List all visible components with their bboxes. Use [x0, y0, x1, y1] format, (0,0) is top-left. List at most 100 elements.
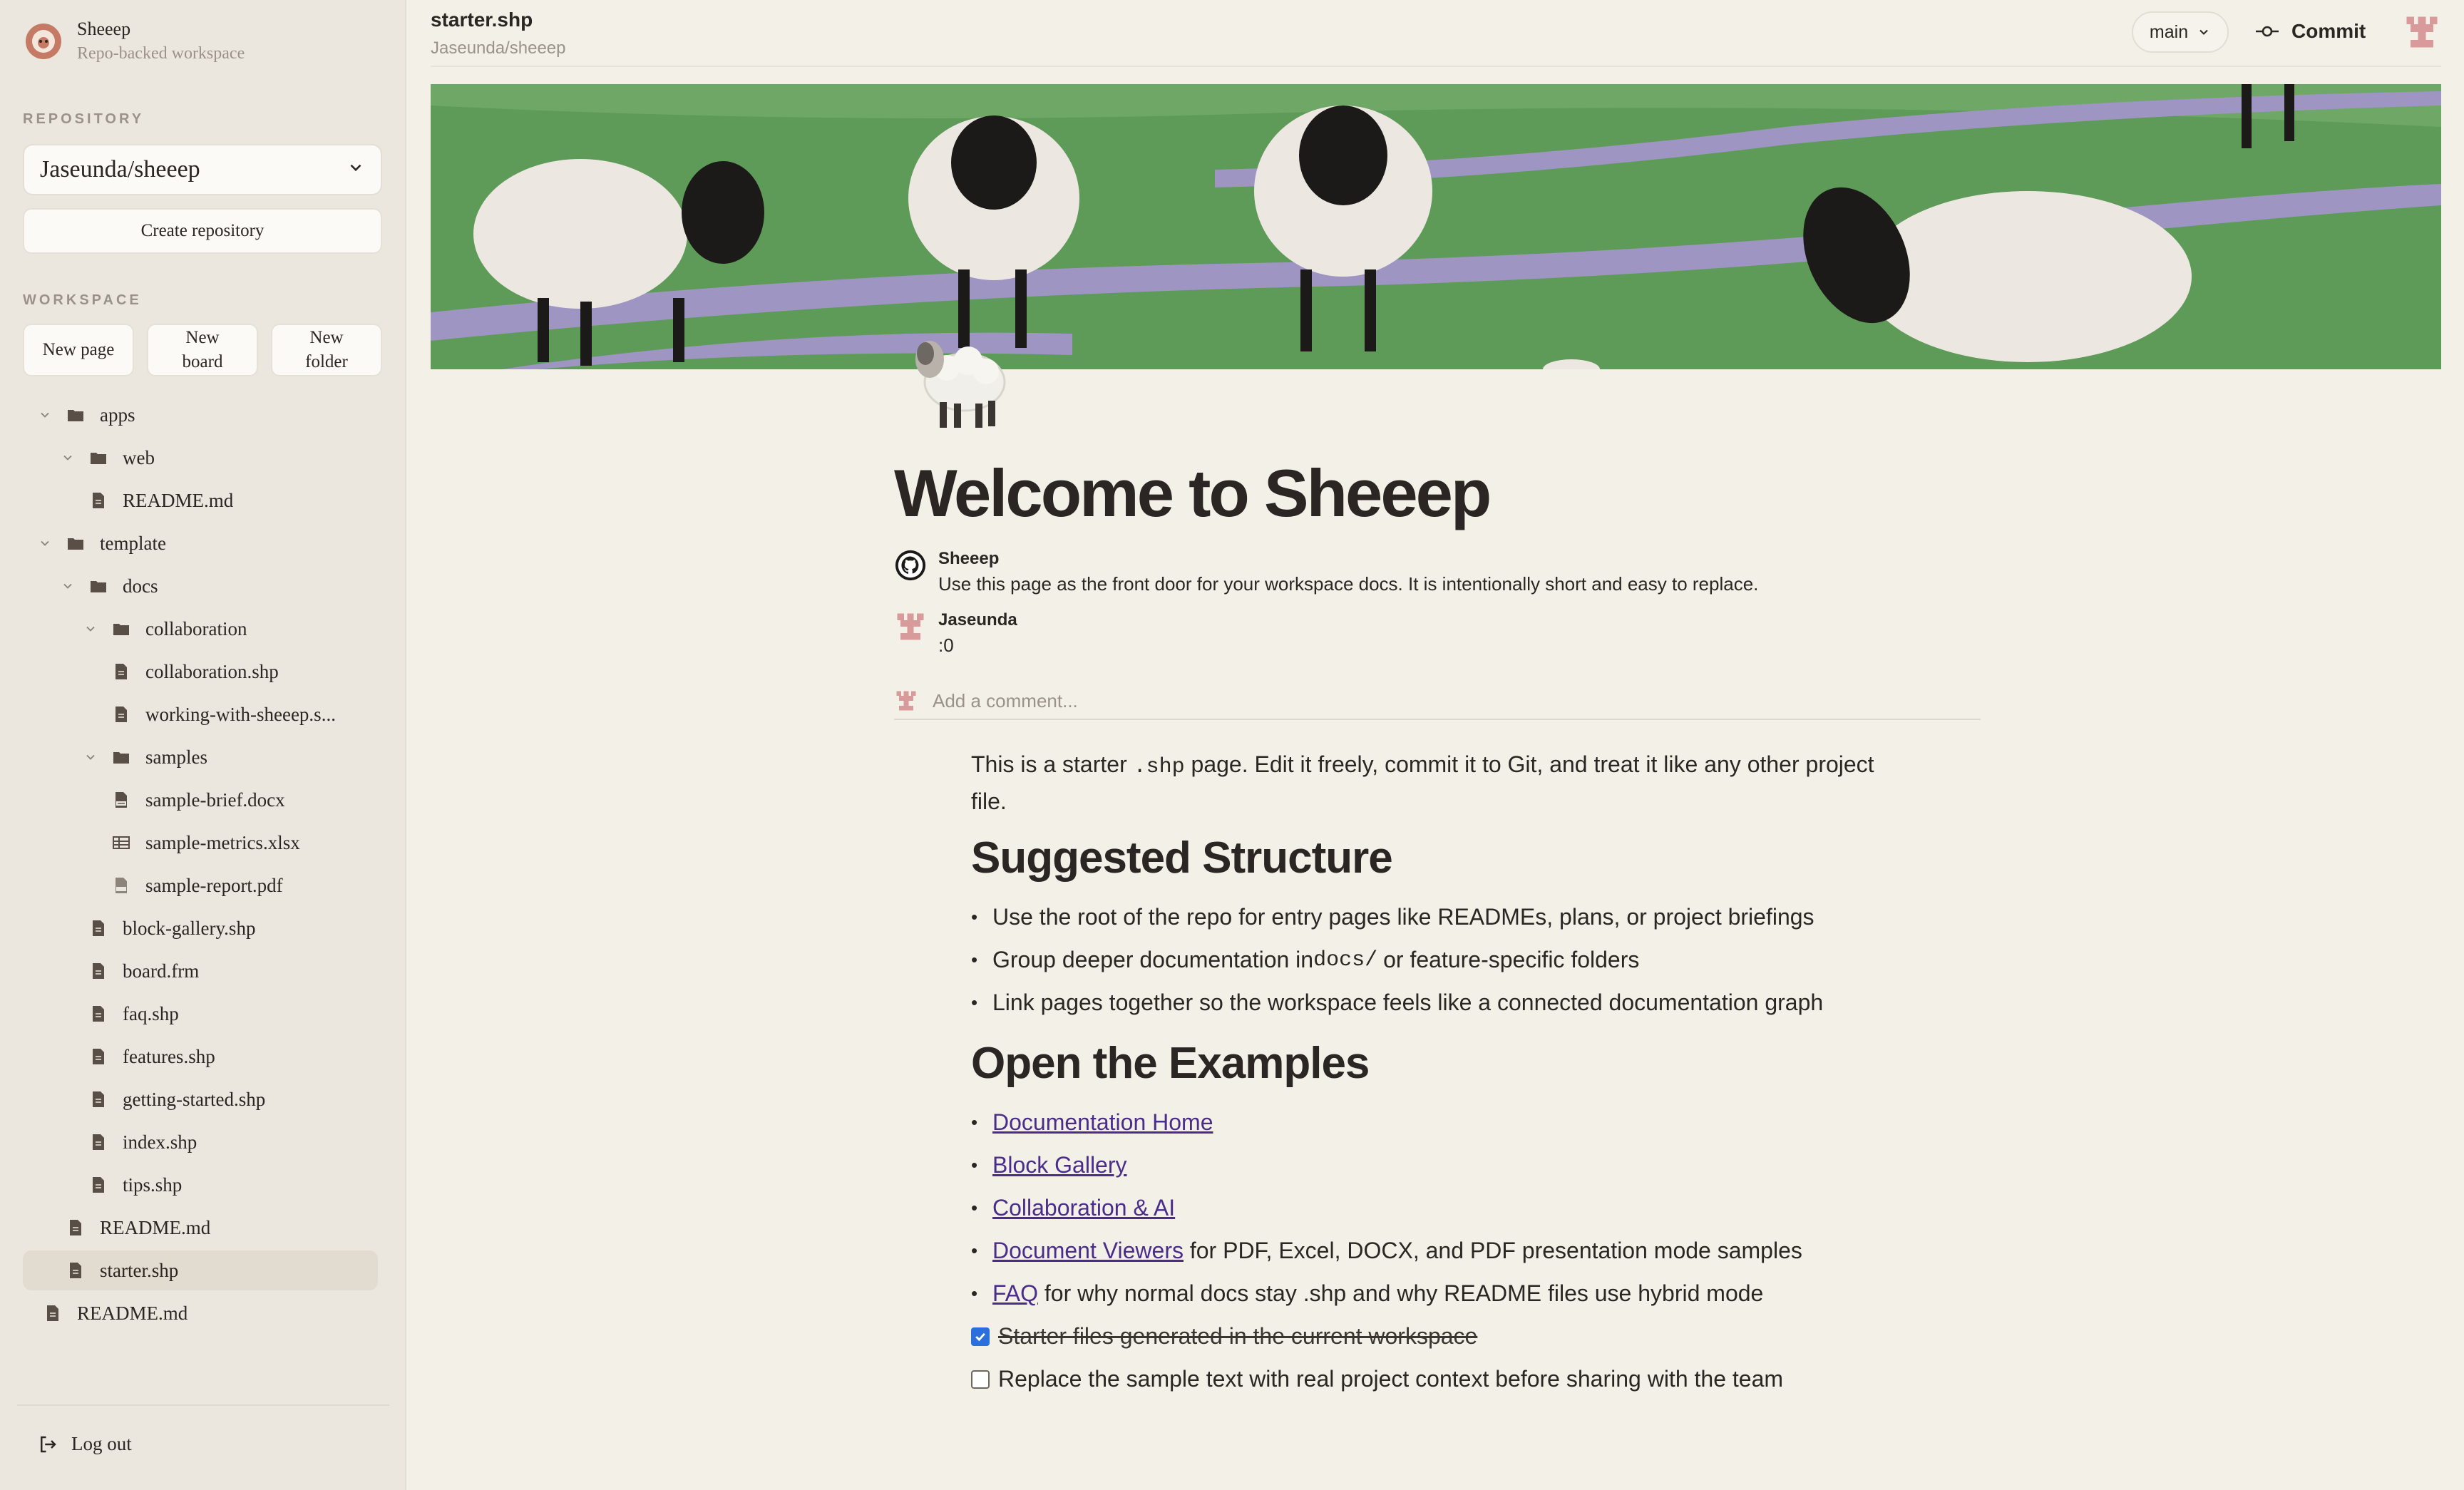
- pdf-file-icon: [113, 877, 130, 894]
- tree-item-label: README.md: [77, 1302, 188, 1324]
- bullet-icon: •: [971, 906, 978, 928]
- list-item[interactable]: • Group deeper documentation in docs/ or…: [971, 947, 1639, 973]
- create-repository-button[interactable]: Create repository: [23, 208, 382, 254]
- chevron-down-icon[interactable]: [83, 749, 98, 765]
- add-comment-input[interactable]: [933, 689, 1931, 712]
- tree-folder[interactable]: web: [23, 438, 378, 478]
- new-board-button[interactable]: New board: [147, 324, 258, 376]
- logout-button[interactable]: Log out: [37, 1433, 132, 1455]
- tree-file[interactable]: sample-brief.docx: [23, 780, 378, 820]
- docx-file-icon: [113, 791, 130, 808]
- tree-item-label: faq.shp: [123, 1002, 179, 1024]
- branch-select[interactable]: main: [2132, 11, 2229, 53]
- brand-name: Sheeep: [77, 19, 131, 39]
- tree-file[interactable]: working-with-sheeep.s...: [23, 694, 378, 734]
- repository-select[interactable]: Jaseunda/sheeep: [23, 144, 382, 195]
- tree-file[interactable]: board.frm: [23, 951, 378, 991]
- folder-icon: [90, 577, 107, 595]
- tree-item-label: apps: [100, 404, 135, 426]
- tree-folder[interactable]: docs: [23, 566, 378, 606]
- tree-file[interactable]: faq.shp: [23, 994, 378, 1034]
- chevron-down-icon[interactable]: [37, 407, 53, 423]
- chevron-down-icon[interactable]: [83, 621, 98, 637]
- link-documentation-home[interactable]: Documentation Home: [992, 1109, 1213, 1136]
- tree-file[interactable]: README.md: [23, 1208, 378, 1248]
- file-title: starter.shp: [431, 9, 533, 31]
- tree-file[interactable]: sample-metrics.xlsx: [23, 823, 378, 863]
- tree-file[interactable]: README.md: [23, 481, 378, 520]
- tree-folder[interactable]: template: [23, 523, 378, 563]
- tree-item-label: working-with-sheeep.s...: [145, 703, 336, 725]
- list-item: • FAQ for why normal docs stay .shp and …: [971, 1280, 1763, 1307]
- chevron-down-icon[interactable]: [37, 535, 53, 551]
- tree-folder[interactable]: collaboration: [23, 609, 378, 649]
- bullet-icon: •: [971, 949, 978, 970]
- folder-icon: [113, 749, 130, 766]
- comment-author: Jaseunda: [938, 610, 1017, 630]
- todo-text[interactable]: Starter files generated in the current w…: [998, 1323, 1477, 1350]
- file-icon: [67, 1219, 84, 1236]
- link-document-viewers[interactable]: Document Viewers: [992, 1238, 1184, 1264]
- chevron-down-icon[interactable]: [60, 450, 76, 466]
- tree-item-label: web: [123, 446, 155, 468]
- repository-select-value: Jaseunda/sheeep: [40, 156, 200, 183]
- tree-file[interactable]: collaboration.shp: [23, 652, 378, 692]
- new-folder-button[interactable]: New folder: [271, 324, 382, 376]
- todo-checkbox[interactable]: [971, 1370, 990, 1389]
- tree-file[interactable]: starter.shp: [23, 1250, 378, 1290]
- sheep-logo-icon: [26, 23, 61, 59]
- folder-icon: [113, 620, 130, 637]
- heading-suggested-structure[interactable]: Suggested Structure: [971, 833, 1393, 883]
- workspace-label: WORKSPACE: [23, 292, 142, 308]
- tree-file[interactable]: tips.shp: [23, 1165, 378, 1205]
- new-page-button[interactable]: New page: [23, 324, 134, 376]
- sheep-page-icon[interactable]: [904, 318, 1011, 432]
- folder-icon: [90, 449, 107, 466]
- intro-paragraph[interactable]: This is a starter .shp page. Edit it fre…: [971, 747, 1898, 818]
- chevron-down-icon: [346, 156, 365, 183]
- main-content: starter.shp Jaseunda/sheeep main Commit: [431, 0, 2441, 1490]
- tree-item-label: sample-report.pdf: [145, 874, 283, 896]
- tree-file[interactable]: sample-report.pdf: [23, 865, 378, 905]
- todo-text[interactable]: Replace the sample text with real projec…: [998, 1366, 1783, 1392]
- chevron-down-icon[interactable]: [60, 578, 76, 594]
- tree-file[interactable]: features.shp: [23, 1037, 378, 1077]
- list-item-text-b: or feature-specific folders: [1383, 947, 1640, 972]
- tree-item-label: getting-started.shp: [123, 1088, 266, 1110]
- tree-folder[interactable]: apps: [23, 395, 378, 435]
- link-collaboration-ai[interactable]: Collaboration & AI: [992, 1195, 1175, 1221]
- add-comment-bar: [894, 683, 1981, 720]
- tree-item-label: README.md: [100, 1216, 211, 1238]
- link-block-gallery[interactable]: Block Gallery: [992, 1152, 1127, 1178]
- sidebar: Sheeep Repo-backed workspace REPOSITORY …: [0, 0, 406, 1490]
- bullet-icon: •: [971, 1240, 978, 1261]
- tree-file[interactable]: README.md: [23, 1293, 378, 1333]
- tree-folder[interactable]: samples: [23, 737, 378, 777]
- tree-file[interactable]: getting-started.shp: [23, 1079, 378, 1119]
- tree-item-label: board.frm: [123, 960, 200, 982]
- user-avatar-icon: [894, 689, 918, 713]
- link-faq[interactable]: FAQ: [992, 1280, 1038, 1307]
- page-title[interactable]: Welcome to Sheeep: [894, 455, 1492, 532]
- todo-checkbox-checked[interactable]: [971, 1327, 990, 1346]
- tree-file[interactable]: block-gallery.shp: [23, 908, 378, 948]
- spreadsheet-file-icon: [113, 834, 130, 851]
- tree-file[interactable]: index.shp: [23, 1122, 378, 1162]
- tree-item-label: features.shp: [123, 1045, 215, 1067]
- user-avatar-icon: [894, 610, 927, 643]
- list-item-code: docs/: [1313, 947, 1378, 972]
- tree-item-label: index.shp: [123, 1131, 197, 1153]
- list-item[interactable]: • Use the root of the repo for entry pag…: [971, 904, 1814, 930]
- file-icon: [67, 1262, 84, 1279]
- bullet-icon: •: [971, 1197, 978, 1218]
- list-item: • Collaboration & AI: [971, 1195, 1175, 1221]
- tree-item-label: sample-metrics.xlsx: [145, 831, 300, 853]
- heading-open-examples[interactable]: Open the Examples: [971, 1038, 1370, 1089]
- list-item[interactable]: • Link pages together so the workspace f…: [971, 990, 1823, 1016]
- file-icon: [90, 962, 107, 980]
- folder-icon: [67, 535, 84, 552]
- commit-button[interactable]: Commit: [2254, 10, 2366, 53]
- user-avatar[interactable]: [2403, 13, 2441, 51]
- bullet-icon: •: [971, 1111, 978, 1133]
- tree-item-label: sample-brief.docx: [145, 788, 285, 811]
